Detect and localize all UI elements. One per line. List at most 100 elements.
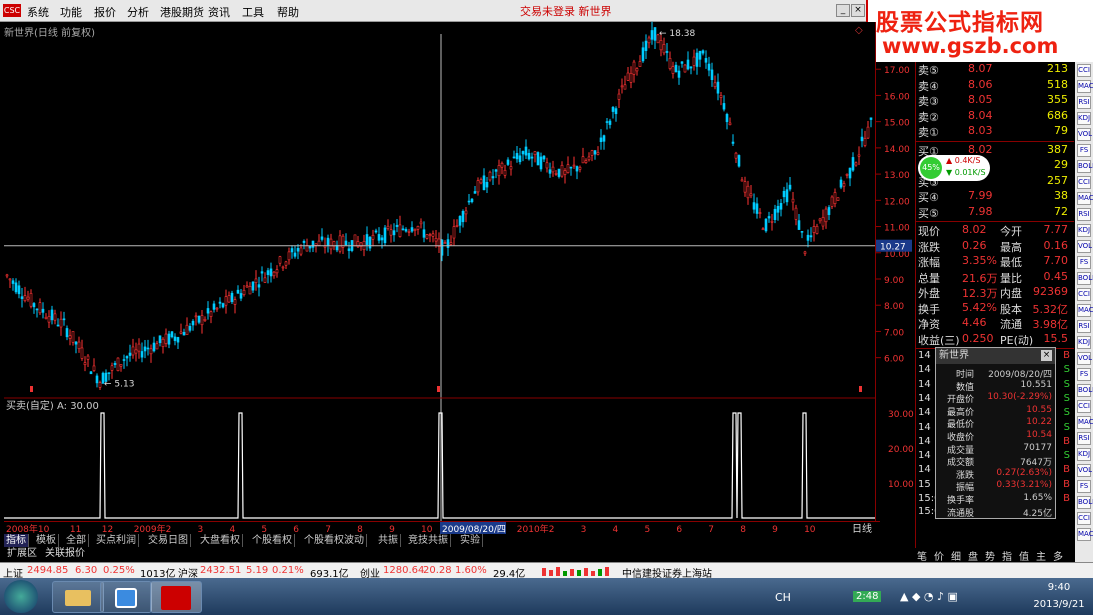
candle-body xyxy=(491,176,495,179)
tool-macd-icon[interactable]: MACD xyxy=(1077,304,1093,317)
tab-3[interactable]: 买点利润 xyxy=(94,534,139,547)
tray-timer[interactable]: 2:48 xyxy=(853,591,882,602)
tab-6[interactable]: 个股看权 xyxy=(250,534,295,547)
candle-body xyxy=(731,141,735,144)
tool-cci-icon[interactable]: CCI xyxy=(1077,64,1091,77)
tab-5[interactable]: 大盘看权 xyxy=(198,534,243,547)
detail-tab[interactable]: 盘 xyxy=(968,548,978,563)
kline-svg[interactable]: ← 18.38← 5.13买卖(自定) A: 30.0030.0020.0010… xyxy=(4,21,914,521)
tool-boll-icon[interactable]: BOLL xyxy=(1077,272,1093,285)
tool-fs-icon[interactable]: FS xyxy=(1077,144,1091,157)
menu-hk-futures[interactable]: 港股期货 xyxy=(157,3,207,21)
tab-related-quotes[interactable]: 关联报价 xyxy=(42,547,88,561)
start-button[interactable] xyxy=(4,580,38,613)
tab-0[interactable]: 指标 xyxy=(4,534,29,547)
tab-9[interactable]: 竞技共振 xyxy=(406,534,451,547)
candle-body xyxy=(512,156,516,159)
candle-body xyxy=(836,197,840,201)
tool-fs-icon[interactable]: FS xyxy=(1077,368,1091,381)
minimize-icon[interactable]: _ xyxy=(836,4,850,17)
candle-body xyxy=(281,266,285,269)
popup-close-icon[interactable]: × xyxy=(1041,350,1052,361)
app-taskbar-icon[interactable] xyxy=(100,581,152,613)
candle-body xyxy=(95,375,99,384)
candle-body xyxy=(38,302,42,314)
detail-tab[interactable]: 势 xyxy=(985,548,995,563)
detail-tab[interactable]: 指 xyxy=(1002,548,1012,563)
menu-tools[interactable]: 工具 xyxy=(239,3,267,21)
tool-kdj-icon[interactable]: KDJ xyxy=(1077,448,1091,461)
tool-vol-icon[interactable]: VOL xyxy=(1077,240,1092,253)
detail-tab[interactable]: 细 xyxy=(951,548,961,563)
tool-fs-icon[interactable]: FS xyxy=(1077,480,1091,493)
tool-rsi-icon[interactable]: RSI xyxy=(1077,96,1091,109)
tool-kdj-icon[interactable]: KDJ xyxy=(1077,336,1091,349)
tool-boll-icon[interactable]: BOLL xyxy=(1077,496,1093,509)
tool-rsi-icon[interactable]: RSI xyxy=(1077,208,1091,221)
tool-macd-icon[interactable]: MACD xyxy=(1077,528,1093,541)
detail-tab[interactable]: 主 xyxy=(1036,548,1046,563)
detail-tab[interactable]: 多 xyxy=(1053,548,1063,563)
candle-body xyxy=(695,52,699,67)
tray-icons[interactable]: ▲ ◆ ◔ ♪ ▣ xyxy=(900,590,958,603)
candle-body xyxy=(176,337,180,343)
candle-body xyxy=(446,239,450,248)
taskbar-clock[interactable]: 9:40 2013/9/21 xyxy=(1030,582,1088,610)
tool-cci-icon[interactable]: CCI xyxy=(1077,512,1091,525)
tool-rsi-icon[interactable]: RSI xyxy=(1077,432,1091,445)
tab-1[interactable]: 模板 xyxy=(34,534,59,547)
candle-body xyxy=(521,151,525,155)
menu-analysis[interactable]: 分析 xyxy=(124,3,152,21)
candle-body xyxy=(167,333,171,345)
menu-function[interactable]: 功能 xyxy=(57,3,85,21)
candle-body xyxy=(857,154,861,157)
candle-body xyxy=(383,227,387,244)
tool-vol-icon[interactable]: VOL xyxy=(1077,128,1092,141)
detail-tab[interactable]: 笔 xyxy=(917,548,927,563)
detail-tab[interactable]: 值 xyxy=(1019,548,1029,563)
tool-vol-icon[interactable]: VOL xyxy=(1077,352,1092,365)
candle-body xyxy=(545,162,549,169)
tab-2[interactable]: 全部 xyxy=(64,534,89,547)
explorer-taskbar-icon[interactable] xyxy=(52,581,104,613)
candle-body xyxy=(482,175,486,191)
candle-body xyxy=(530,156,534,159)
lang-indicator[interactable]: CH xyxy=(775,591,791,604)
candle-body xyxy=(713,82,717,88)
tab-10[interactable]: 实验 xyxy=(458,534,483,547)
tool-cci-icon[interactable]: CCI xyxy=(1077,400,1091,413)
tab-4[interactable]: 交易日图 xyxy=(146,534,191,547)
menu-help[interactable]: 帮助 xyxy=(274,3,302,21)
tab-7[interactable]: 个股看权波动 xyxy=(302,534,367,547)
tool-fs-icon[interactable]: FS xyxy=(1077,256,1091,269)
candle-body xyxy=(803,251,807,254)
candle-body xyxy=(116,357,120,372)
tool-rsi-icon[interactable]: RSI xyxy=(1077,320,1091,333)
tool-cci-icon[interactable]: CCI xyxy=(1077,176,1091,189)
menu-system[interactable]: 系统 xyxy=(24,3,52,21)
candle-body xyxy=(629,73,633,83)
tool-macd-icon[interactable]: MACD xyxy=(1077,416,1093,429)
tool-macd-icon[interactable]: MACD xyxy=(1077,80,1093,93)
tool-vol-icon[interactable]: VOL xyxy=(1077,464,1092,477)
settings-diamond-icon[interactable]: ◇ xyxy=(855,25,863,36)
tool-cci-icon[interactable]: CCI xyxy=(1077,288,1091,301)
tool-macd-icon[interactable]: MACD xyxy=(1077,192,1093,205)
status-sh-change: 6.30 xyxy=(75,565,98,576)
menu-quote[interactable]: 报价 xyxy=(91,3,119,21)
broker-taskbar-icon[interactable] xyxy=(150,581,202,613)
candle-body xyxy=(77,341,81,349)
tool-boll-icon[interactable]: BOLL xyxy=(1077,160,1093,173)
candle-body xyxy=(752,202,756,210)
popup-value: 7647万 xyxy=(1020,458,1052,469)
menu-news[interactable]: 资讯 xyxy=(205,3,233,21)
tab-extended-area[interactable]: 扩展区 xyxy=(4,547,40,561)
detail-tab[interactable]: 价 xyxy=(934,548,944,563)
candle-body xyxy=(62,318,66,321)
tool-boll-icon[interactable]: BOLL xyxy=(1077,384,1093,397)
tool-kdj-icon[interactable]: KDJ xyxy=(1077,112,1091,125)
tool-kdj-icon[interactable]: KDJ xyxy=(1077,224,1091,237)
close-icon[interactable]: × xyxy=(851,4,865,17)
tab-8[interactable]: 共振 xyxy=(376,534,401,547)
kline-chart[interactable]: ← 18.38 ← 5.13 买卖(自定) A: 30.00 30.00 20.00 10… xyxy=(4,21,914,521)
